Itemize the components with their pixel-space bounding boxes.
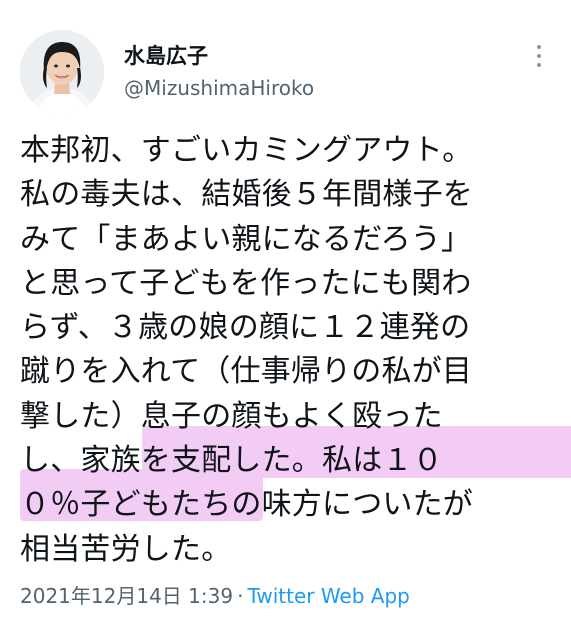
more-dot — [537, 54, 541, 58]
tweet-meta: 2021年12月14日 1:39 · Twitter Web App — [20, 580, 410, 609]
tweet-line: 本邦初、すごいカミングアウト。 — [20, 133, 473, 168]
tweet-line: と思って子どもを作ったにも関わ — [20, 265, 472, 301]
tweet-line: 私の毒夫は、結婚後５年間様子を — [20, 177, 473, 213]
author-display-name[interactable]: 水島広子 — [124, 40, 208, 70]
profile-photo-icon — [20, 30, 104, 114]
tweet-line: し、家族を支配した。私は１０ — [20, 443, 443, 479]
tweet-text: 本邦初、すごいカミングアウト。 私の毒夫は、結婚後５年間様子を みて「まあよい親… — [20, 129, 571, 572]
tweet-line: 蹴りを入れて（仕事帰りの私が目 — [20, 354, 473, 390]
more-options-icon[interactable] — [528, 40, 550, 72]
avatar[interactable] — [20, 30, 104, 114]
tweet-header: 水島広子 @MizushimaHiroko — [0, 0, 571, 120]
tweet-line: らず、３歳の娘の顔に１２連発の — [20, 310, 471, 346]
tweet-line: みて「まあよい親になるだろう」 — [20, 221, 472, 257]
source-app-link[interactable]: Twitter Web App — [247, 584, 409, 608]
tweet-line: 相当苦労した。 — [20, 531, 232, 567]
author-handle[interactable]: @MizushimaHiroko — [124, 76, 314, 100]
more-dot — [537, 45, 541, 49]
tweet-line: 撃した）息子の顔もよく殴った — [20, 398, 443, 434]
tweet-timestamp[interactable]: 2021年12月14日 1:39 — [20, 584, 233, 608]
meta-separator: · — [237, 584, 244, 608]
more-dot — [537, 63, 541, 67]
tweet-line: ０％子どもたちの味方についたが — [20, 487, 473, 523]
